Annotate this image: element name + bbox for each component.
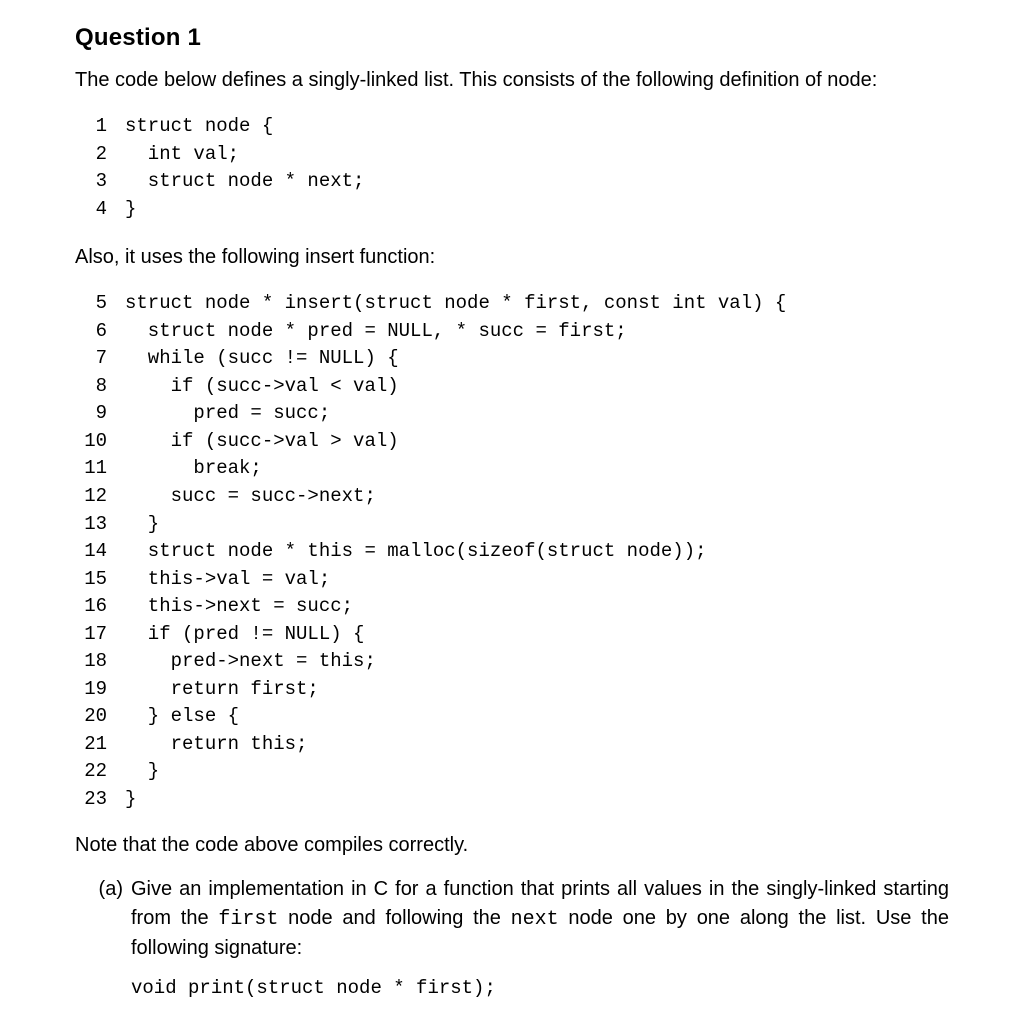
line-number: 14: [75, 538, 107, 566]
code-line: 7 while (succ != NULL) {: [75, 345, 949, 373]
code-line: 9 pred = succ;: [75, 400, 949, 428]
code-text: struct node * pred = NULL, * succ = firs…: [125, 318, 627, 346]
code-text: struct node * insert(struct node * first…: [125, 290, 786, 318]
code-line: 8 if (succ->val < val): [75, 373, 949, 401]
code-line: 5 struct node * insert(struct node * firs…: [75, 290, 949, 318]
code-line: 16 this->next = succ;: [75, 593, 949, 621]
question-title: Question 1: [75, 24, 949, 52]
line-number: 21: [75, 731, 107, 759]
code-text: if (succ->val < val): [125, 373, 399, 401]
inline-code-next: next: [511, 908, 559, 931]
line-number: 13: [75, 511, 107, 539]
code-text: int val;: [125, 141, 239, 169]
line-number: 20: [75, 703, 107, 731]
code-text: struct node * this = malloc(sizeof(struc…: [125, 538, 707, 566]
code-text: }: [125, 786, 136, 814]
note-paragraph: Note that the code above compiles correc…: [75, 834, 949, 857]
code-text: }: [125, 758, 159, 786]
code-line: 1 struct node {: [75, 113, 949, 141]
code-text: } else {: [125, 703, 239, 731]
code-text: break;: [125, 455, 262, 483]
line-number: 18: [75, 648, 107, 676]
document-page: Question 1 The code below defines a sing…: [0, 0, 1024, 1021]
part-a-text: Give an implementation in C for a functi…: [131, 875, 949, 963]
mid-paragraph: Also, it uses the following insert funct…: [75, 243, 949, 272]
code-line: 15 this->val = val;: [75, 566, 949, 594]
code-block-insert: 5 struct node * insert(struct node * firs…: [75, 290, 949, 813]
code-line: 4}: [75, 196, 949, 224]
code-line: 21 return this;: [75, 731, 949, 759]
line-number: 17: [75, 621, 107, 649]
line-number: 22: [75, 758, 107, 786]
code-text: pred = succ;: [125, 400, 330, 428]
code-line: 10 if (succ->val > val): [75, 428, 949, 456]
line-number: 3: [75, 168, 107, 196]
code-text: this->next = succ;: [125, 593, 353, 621]
line-number: 5: [75, 290, 107, 318]
code-text: if (succ->val > val): [125, 428, 399, 456]
code-text: succ = succ->next;: [125, 483, 376, 511]
code-text: while (succ != NULL) {: [125, 345, 399, 373]
part-a-label: (a): [75, 875, 131, 963]
code-block-struct: 1struct node {2 int val;3 struct node * …: [75, 113, 949, 223]
line-number: 9: [75, 400, 107, 428]
code-line: 12 succ = succ->next;: [75, 483, 949, 511]
line-number: 7: [75, 345, 107, 373]
code-text: if (pred != NULL) {: [125, 621, 364, 649]
code-text: }: [125, 196, 136, 224]
line-number: 1: [75, 113, 107, 141]
line-number: 10: [75, 428, 107, 456]
code-line: 2 int val;: [75, 141, 949, 169]
code-text: return this;: [125, 731, 307, 759]
code-line: 13 }: [75, 511, 949, 539]
function-signature: void print(struct node * first);: [131, 977, 949, 999]
line-number: 19: [75, 676, 107, 704]
code-line: 14 struct node * this = malloc(sizeof(st…: [75, 538, 949, 566]
line-number: 15: [75, 566, 107, 594]
code-line: 6 struct node * pred = NULL, * succ = fi…: [75, 318, 949, 346]
code-text: }: [125, 511, 159, 539]
code-line: 3 struct node * next;: [75, 168, 949, 196]
code-line: 18 pred->next = this;: [75, 648, 949, 676]
code-line: 22 }: [75, 758, 949, 786]
code-text: pred->next = this;: [125, 648, 376, 676]
line-number: 8: [75, 373, 107, 401]
line-number: 11: [75, 455, 107, 483]
code-text: struct node * next;: [125, 168, 364, 196]
code-line: 17 if (pred != NULL) {: [75, 621, 949, 649]
code-text: return first;: [125, 676, 319, 704]
line-number: 12: [75, 483, 107, 511]
code-line: 19 return first;: [75, 676, 949, 704]
line-number: 23: [75, 786, 107, 814]
inline-code-first: first: [218, 908, 278, 931]
code-line: 20 } else {: [75, 703, 949, 731]
code-line: 11 break;: [75, 455, 949, 483]
part-a: (a) Give an implementation in C for a fu…: [75, 875, 949, 963]
intro-paragraph: The code below defines a singly-linked l…: [75, 66, 949, 95]
code-text: this->val = val;: [125, 566, 330, 594]
line-number: 2: [75, 141, 107, 169]
part-a-mid: node and following the: [278, 907, 510, 929]
line-number: 4: [75, 196, 107, 224]
code-text: struct node {: [125, 113, 273, 141]
code-line: 23}: [75, 786, 949, 814]
line-number: 6: [75, 318, 107, 346]
line-number: 16: [75, 593, 107, 621]
